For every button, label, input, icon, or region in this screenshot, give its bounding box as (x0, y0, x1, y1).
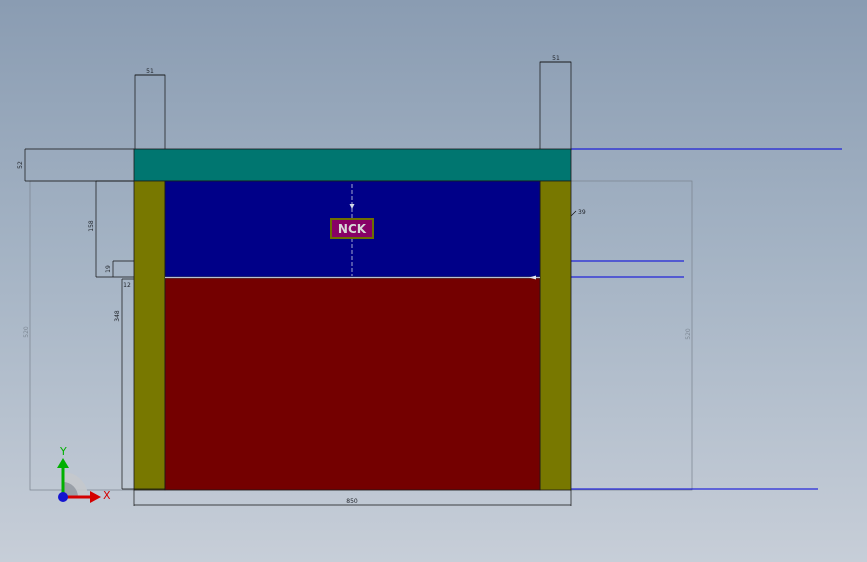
dim-small-offset-a[interactable]: 19 (105, 265, 112, 273)
x-axis-label: X (103, 489, 111, 502)
dim-right-post-width[interactable]: 51 (552, 55, 560, 62)
part-label-text: NCK (338, 222, 367, 236)
dim-left-post-width[interactable]: 51 (146, 68, 154, 75)
left-side-wall[interactable] (133, 180, 166, 491)
dim-leader-right-wall (570, 210, 577, 217)
dim-upper-chamber-height[interactable]: 158 (88, 220, 95, 232)
right-side-wall[interactable] (539, 180, 572, 491)
y-axis-arrow-icon (57, 458, 69, 468)
y-axis-label: Y (59, 445, 67, 458)
dim-overall-height[interactable]: 520 (23, 326, 30, 338)
dim-lower-height[interactable]: 348 (114, 310, 121, 322)
dim-small-offset-b[interactable]: 12 (123, 282, 131, 289)
x-axis-arrow-icon (90, 491, 101, 503)
top-plate[interactable] (133, 148, 572, 182)
right-post-outline[interactable] (539, 61, 572, 151)
dim-top-plate-height[interactable]: 52 (17, 161, 24, 169)
cad-drawing-canvas[interactable]: NCK 51 51 52 158 19 12 348 520 39 520 85… (0, 0, 867, 562)
left-post-outline[interactable] (134, 74, 166, 151)
z-axis-origin-icon (58, 492, 68, 502)
lower-chamber[interactable] (164, 277, 541, 491)
dim-right-overall-height[interactable]: 520 (685, 328, 692, 340)
dim-overall-width[interactable]: 850 (346, 498, 358, 505)
coordinate-triad[interactable]: Y X (57, 445, 111, 503)
dim-right-wall-callout[interactable]: 39 (578, 209, 586, 216)
part-label-box[interactable]: NCK (330, 218, 374, 239)
graphics-viewport[interactable]: NCK 51 51 52 158 19 12 348 520 39 520 85… (0, 0, 867, 562)
